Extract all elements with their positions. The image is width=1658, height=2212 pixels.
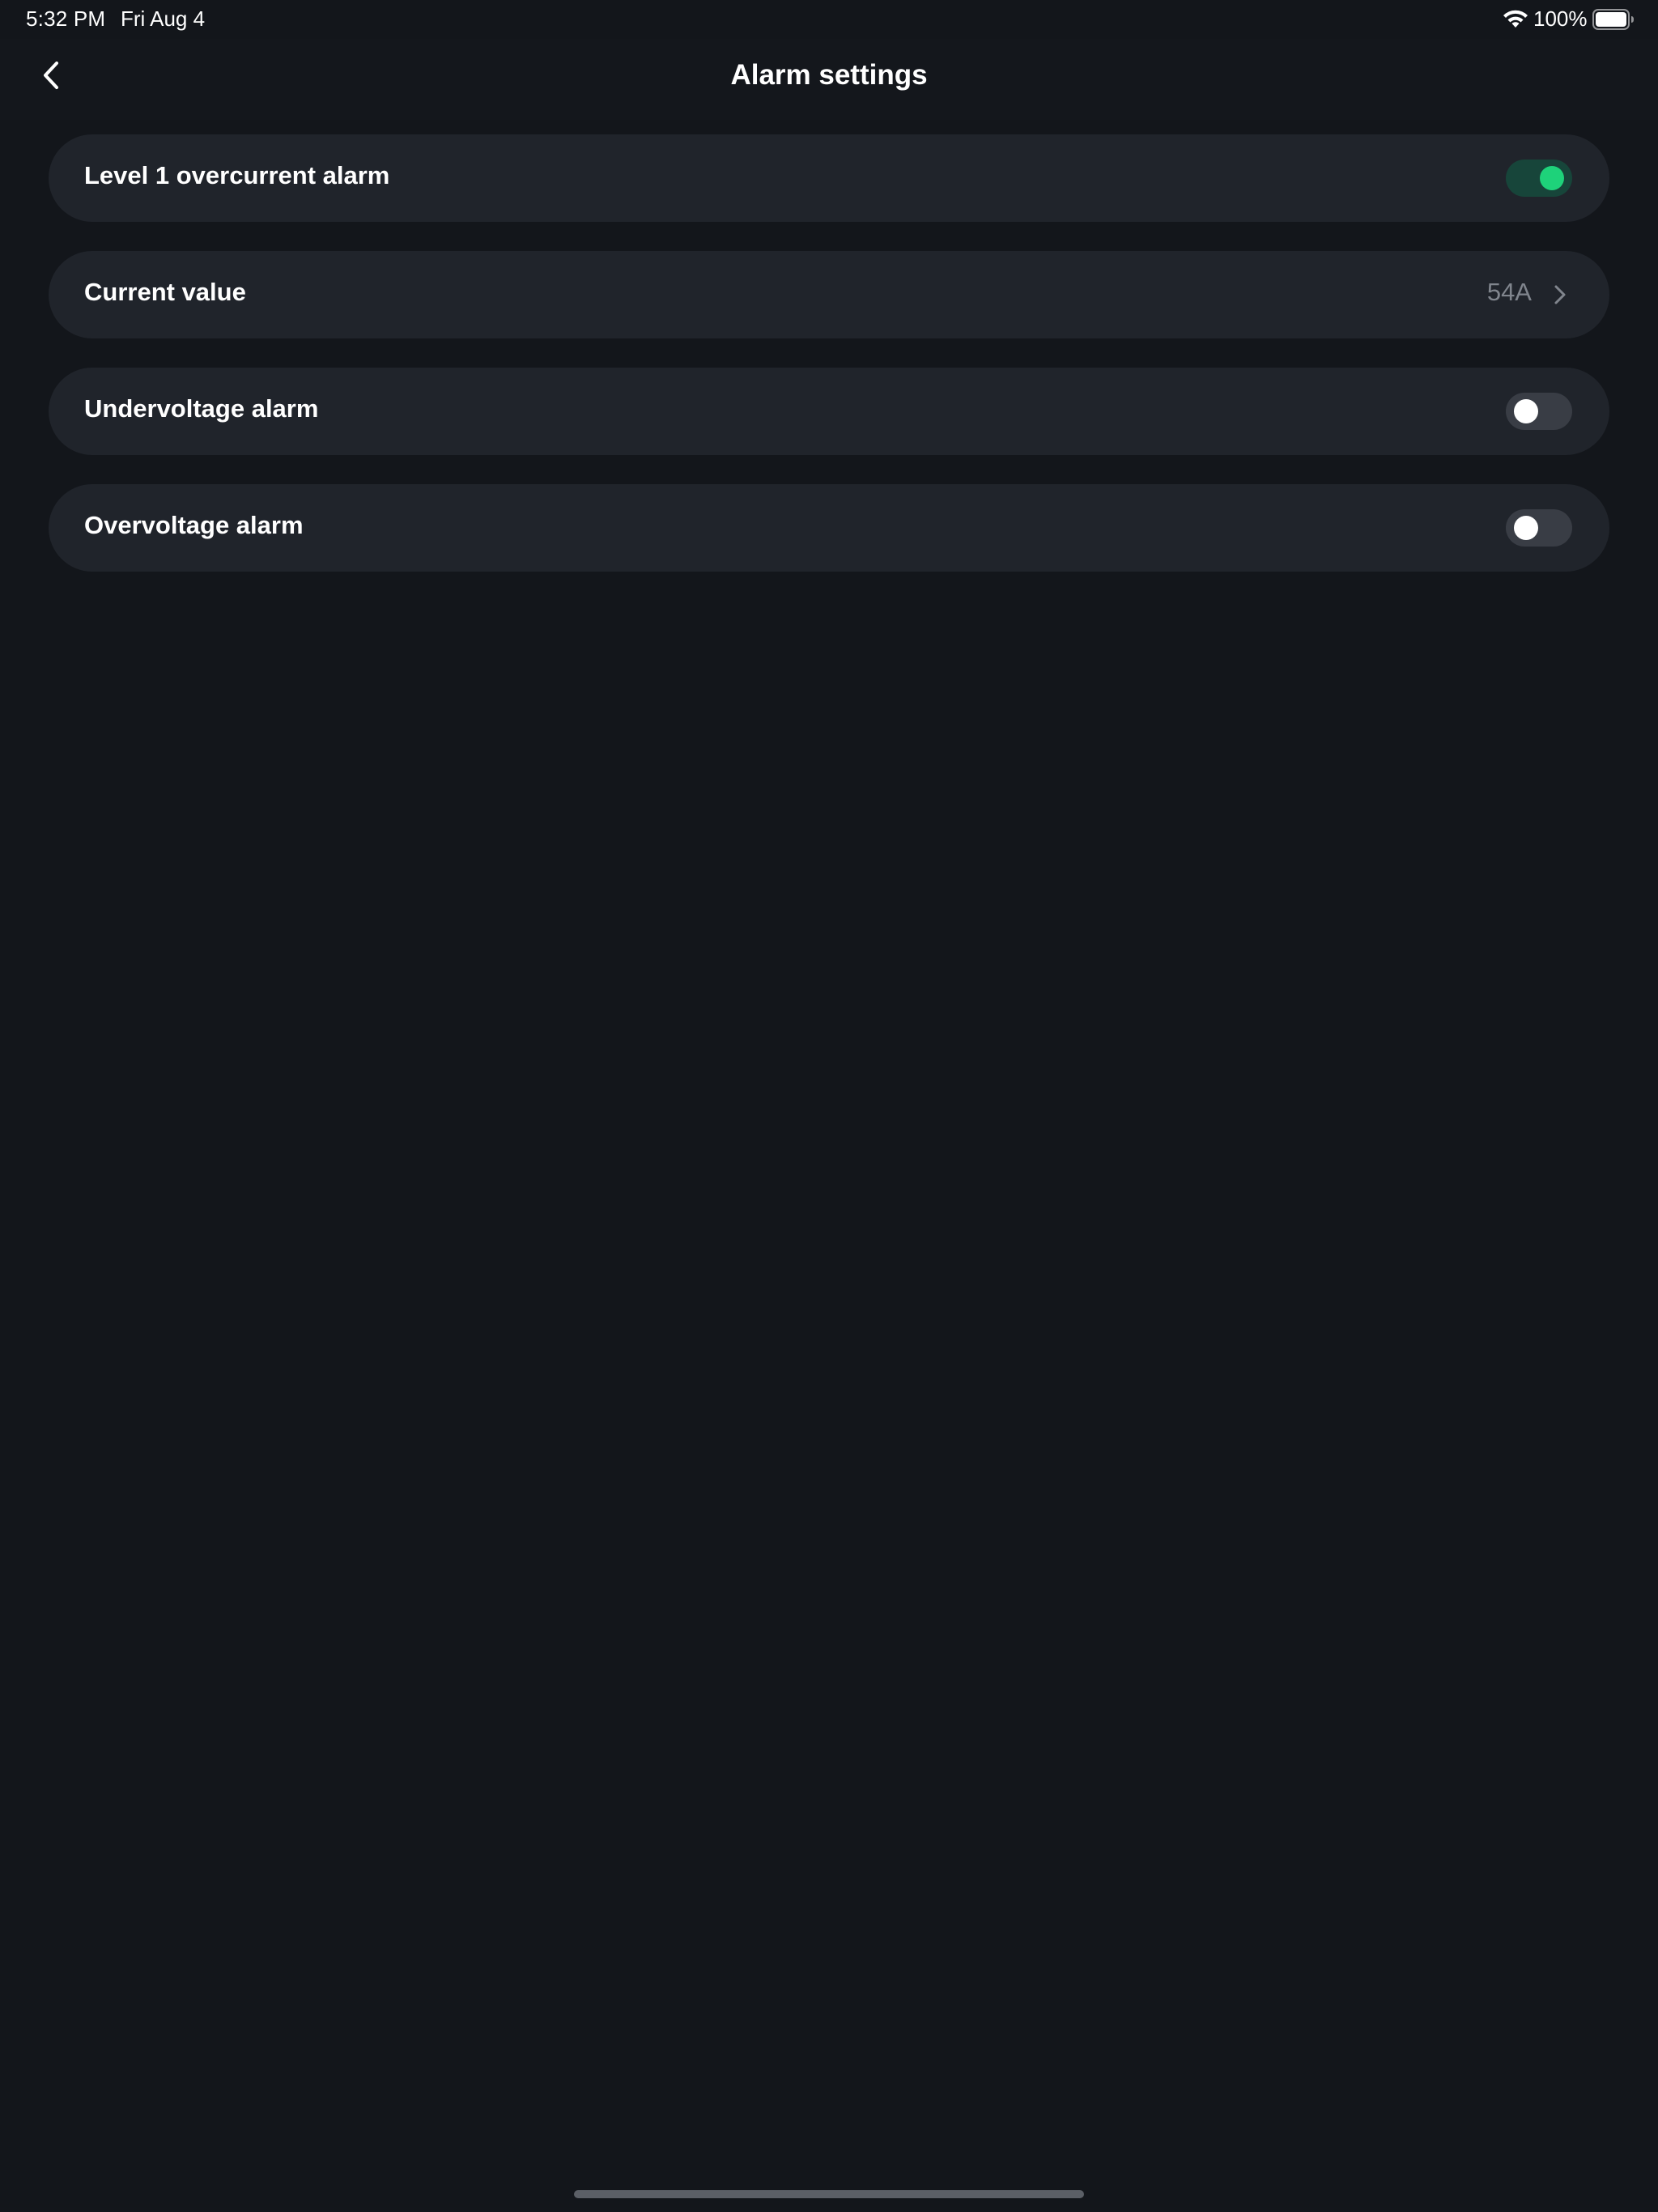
level1-overcurrent-alarm-row: Level 1 overcurrent alarm: [49, 134, 1609, 222]
overvoltage-alarm-toggle[interactable]: [1506, 509, 1572, 547]
level1-overcurrent-alarm-toggle[interactable]: [1506, 160, 1572, 197]
toggle-knob: [1514, 516, 1538, 540]
battery-percentage: 100%: [1533, 6, 1588, 31]
undervoltage-alarm-label: Undervoltage alarm: [84, 394, 319, 423]
page-title: Alarm settings: [730, 59, 928, 91]
overvoltage-alarm-label: Overvoltage alarm: [84, 511, 304, 539]
undervoltage-alarm-toggle[interactable]: [1506, 393, 1572, 430]
wifi-icon: [1503, 10, 1528, 28]
status-time: 5:32 PM: [26, 6, 106, 31]
status-date: Fri Aug 4: [121, 6, 206, 31]
current-value-value: 54A: [1486, 278, 1532, 306]
status-bar: 5:32 PM Fri Aug 4 100%: [0, 0, 1658, 39]
overvoltage-alarm-row: Overvoltage alarm: [49, 484, 1609, 572]
chevron-right-icon: [1554, 285, 1566, 304]
undervoltage-alarm-row: Undervoltage alarm: [49, 368, 1609, 455]
current-value-row[interactable]: Current value 54A: [49, 251, 1609, 338]
current-value-label: Current value: [84, 278, 246, 306]
battery-icon: [1592, 9, 1634, 30]
toggle-knob: [1514, 399, 1538, 423]
toggle-knob: [1540, 166, 1564, 190]
home-indicator[interactable]: [574, 2190, 1084, 2198]
level1-overcurrent-alarm-label: Level 1 overcurrent alarm: [84, 161, 390, 189]
navigation-bar: Alarm settings: [0, 39, 1658, 120]
